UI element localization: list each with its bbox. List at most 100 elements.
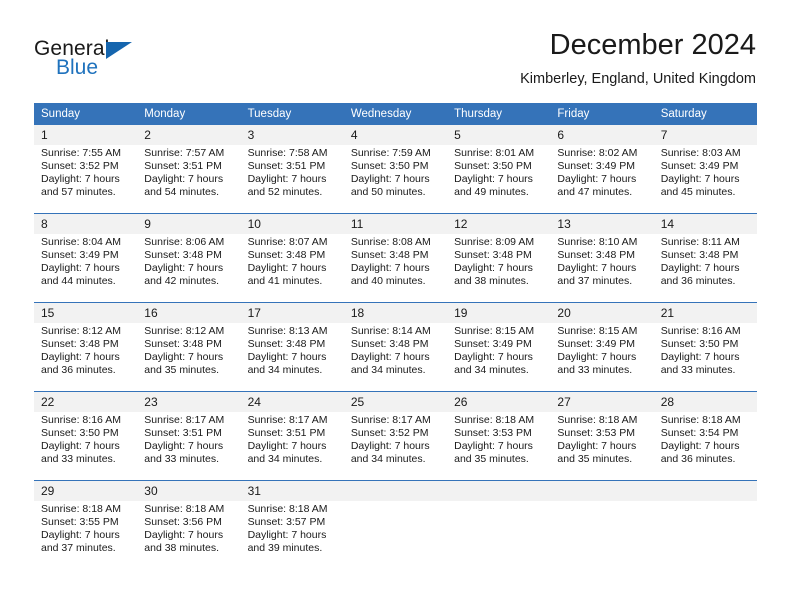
sunset-text: Sunset: 3:48 PM (660, 249, 739, 262)
day-number[interactable]: 17 (240, 302, 344, 323)
day-number[interactable]: 22 (34, 391, 138, 412)
weekday-header-friday: Friday (550, 103, 654, 125)
day-number[interactable]: 2 (137, 125, 241, 145)
daylight-text-2: and 33 minutes. (144, 453, 219, 466)
sunrise-text: Sunrise: 8:18 AM (557, 414, 638, 426)
day-number[interactable]: 25 (343, 391, 448, 412)
daylight-text: Daylight: 7 hours (41, 262, 120, 275)
daylight-text-2: and 52 minutes. (247, 186, 323, 199)
daylight-text-2: and 35 minutes. (557, 453, 633, 466)
page-header: General Blue December 2024 Kimberley, En… (0, 0, 792, 98)
day-cell[interactable]: Sunrise: 8:02 AM Sunset: 3:49 PM Dayligh… (550, 145, 654, 214)
day-cell[interactable]: Sunrise: 8:16 AM Sunset: 3:50 PM Dayligh… (653, 323, 757, 392)
day-cell[interactable]: Sunrise: 7:59 AM Sunset: 3:50 PM Dayligh… (343, 145, 448, 214)
daylight-text: Daylight: 7 hours (144, 529, 224, 542)
daylight-text-2: and 42 minutes. (144, 275, 219, 288)
day-number[interactable]: 24 (240, 391, 344, 412)
day-cell[interactable]: Sunrise: 8:12 AM Sunset: 3:48 PM Dayligh… (137, 323, 241, 392)
day-cell[interactable]: Sunrise: 8:10 AM Sunset: 3:48 PM Dayligh… (550, 234, 654, 303)
day-number[interactable]: 6 (550, 125, 654, 145)
week-5-daynum-row: 29 30 31 (34, 480, 757, 501)
day-number[interactable]: 4 (343, 125, 448, 145)
day-number-empty (550, 480, 654, 501)
day-cell[interactable]: Sunrise: 7:58 AM Sunset: 3:51 PM Dayligh… (240, 145, 344, 214)
week-2-daynum-row: 8 9 10 11 12 13 14 (34, 213, 757, 234)
sunrise-text: Sunrise: 8:18 AM (144, 503, 225, 515)
daylight-text: Daylight: 7 hours (247, 262, 327, 275)
day-number[interactable]: 14 (653, 213, 757, 234)
day-cell[interactable]: Sunrise: 8:18 AM Sunset: 3:55 PM Dayligh… (34, 501, 138, 569)
daylight-text-2: and 38 minutes. (454, 275, 529, 288)
day-number[interactable]: 28 (653, 391, 757, 412)
daylight-text-2: and 33 minutes. (557, 364, 633, 377)
day-number[interactable]: 10 (240, 213, 344, 234)
day-number[interactable]: 20 (550, 302, 654, 323)
day-number[interactable]: 13 (550, 213, 654, 234)
day-number[interactable]: 5 (447, 125, 551, 145)
day-cell[interactable]: Sunrise: 8:16 AM Sunset: 3:50 PM Dayligh… (34, 412, 138, 481)
day-cell[interactable]: Sunrise: 8:11 AM Sunset: 3:48 PM Dayligh… (653, 234, 757, 303)
day-number[interactable]: 8 (34, 213, 138, 234)
day-cell[interactable]: Sunrise: 8:09 AM Sunset: 3:48 PM Dayligh… (447, 234, 551, 303)
sunset-text: Sunset: 3:48 PM (350, 338, 429, 351)
sunset-text: Sunset: 3:54 PM (660, 427, 739, 440)
daylight-text-2: and 37 minutes. (557, 275, 633, 288)
day-cell[interactable]: Sunrise: 8:15 AM Sunset: 3:49 PM Dayligh… (550, 323, 654, 392)
day-number[interactable]: 7 (653, 125, 757, 145)
sunset-text: Sunset: 3:48 PM (557, 249, 636, 262)
daylight-text-2: and 36 minutes. (660, 453, 736, 466)
day-number[interactable]: 11 (343, 213, 448, 234)
day-number[interactable]: 27 (550, 391, 654, 412)
day-number[interactable]: 26 (447, 391, 551, 412)
sunset-text: Sunset: 3:48 PM (247, 338, 326, 351)
day-cell[interactable]: Sunrise: 8:07 AM Sunset: 3:48 PM Dayligh… (240, 234, 344, 303)
day-number[interactable]: 18 (343, 302, 448, 323)
day-number-empty (343, 480, 448, 501)
day-cell[interactable]: Sunrise: 8:18 AM Sunset: 3:56 PM Dayligh… (137, 501, 241, 569)
day-number[interactable]: 15 (34, 302, 138, 323)
day-number[interactable]: 30 (137, 480, 241, 501)
day-cell[interactable]: Sunrise: 8:08 AM Sunset: 3:48 PM Dayligh… (343, 234, 448, 303)
day-cell[interactable]: Sunrise: 7:55 AM Sunset: 3:52 PM Dayligh… (34, 145, 138, 214)
page-title: December 2024 (549, 29, 756, 61)
day-cell[interactable]: Sunrise: 8:01 AM Sunset: 3:50 PM Dayligh… (447, 145, 551, 214)
day-number[interactable]: 1 (34, 125, 138, 145)
day-number[interactable]: 9 (137, 213, 241, 234)
day-number[interactable]: 29 (34, 480, 138, 501)
day-cell[interactable]: Sunrise: 8:17 AM Sunset: 3:51 PM Dayligh… (137, 412, 241, 481)
day-cell[interactable]: Sunrise: 8:04 AM Sunset: 3:49 PM Dayligh… (34, 234, 138, 303)
day-number[interactable]: 3 (240, 125, 344, 145)
day-cell[interactable]: Sunrise: 8:14 AM Sunset: 3:48 PM Dayligh… (343, 323, 448, 392)
day-cell[interactable]: Sunrise: 8:12 AM Sunset: 3:48 PM Dayligh… (34, 323, 138, 392)
day-cell-empty (343, 501, 448, 569)
day-cell[interactable]: Sunrise: 8:18 AM Sunset: 3:54 PM Dayligh… (653, 412, 757, 481)
sunrise-text: Sunrise: 8:17 AM (144, 414, 225, 426)
brand-logo[interactable]: General Blue (34, 38, 254, 84)
weekday-header-sunday: Sunday (34, 103, 138, 125)
day-number[interactable]: 16 (137, 302, 241, 323)
day-cell[interactable]: Sunrise: 8:17 AM Sunset: 3:52 PM Dayligh… (343, 412, 448, 481)
day-cell[interactable]: Sunrise: 8:18 AM Sunset: 3:53 PM Dayligh… (550, 412, 654, 481)
daylight-text-2: and 49 minutes. (454, 186, 529, 199)
day-number[interactable]: 31 (240, 480, 344, 501)
daylight-text: Daylight: 7 hours (557, 173, 637, 186)
day-cell[interactable]: Sunrise: 8:15 AM Sunset: 3:49 PM Dayligh… (447, 323, 551, 392)
day-cell[interactable]: Sunrise: 8:18 AM Sunset: 3:57 PM Dayligh… (240, 501, 344, 569)
week-2-info-row: Sunrise: 8:04 AM Sunset: 3:49 PM Dayligh… (34, 234, 757, 303)
sunset-text: Sunset: 3:52 PM (350, 427, 429, 440)
day-cell[interactable]: Sunrise: 8:03 AM Sunset: 3:49 PM Dayligh… (653, 145, 757, 214)
sunset-text: Sunset: 3:48 PM (144, 338, 222, 351)
day-number[interactable]: 19 (447, 302, 551, 323)
day-cell[interactable]: Sunrise: 8:18 AM Sunset: 3:53 PM Dayligh… (447, 412, 551, 481)
day-cell[interactable]: Sunrise: 8:17 AM Sunset: 3:51 PM Dayligh… (240, 412, 344, 481)
day-number[interactable]: 12 (447, 213, 551, 234)
day-number[interactable]: 23 (137, 391, 241, 412)
sunset-text: Sunset: 3:49 PM (454, 338, 532, 351)
weekday-header-monday: Monday (137, 103, 241, 125)
daylight-text: Daylight: 7 hours (144, 440, 224, 453)
day-cell[interactable]: Sunrise: 7:57 AM Sunset: 3:51 PM Dayligh… (137, 145, 241, 214)
day-cell[interactable]: Sunrise: 8:13 AM Sunset: 3:48 PM Dayligh… (240, 323, 344, 392)
day-cell[interactable]: Sunrise: 8:06 AM Sunset: 3:48 PM Dayligh… (137, 234, 241, 303)
day-number[interactable]: 21 (653, 302, 757, 323)
week-3-daynum-row: 15 16 17 18 19 20 21 (34, 302, 757, 323)
